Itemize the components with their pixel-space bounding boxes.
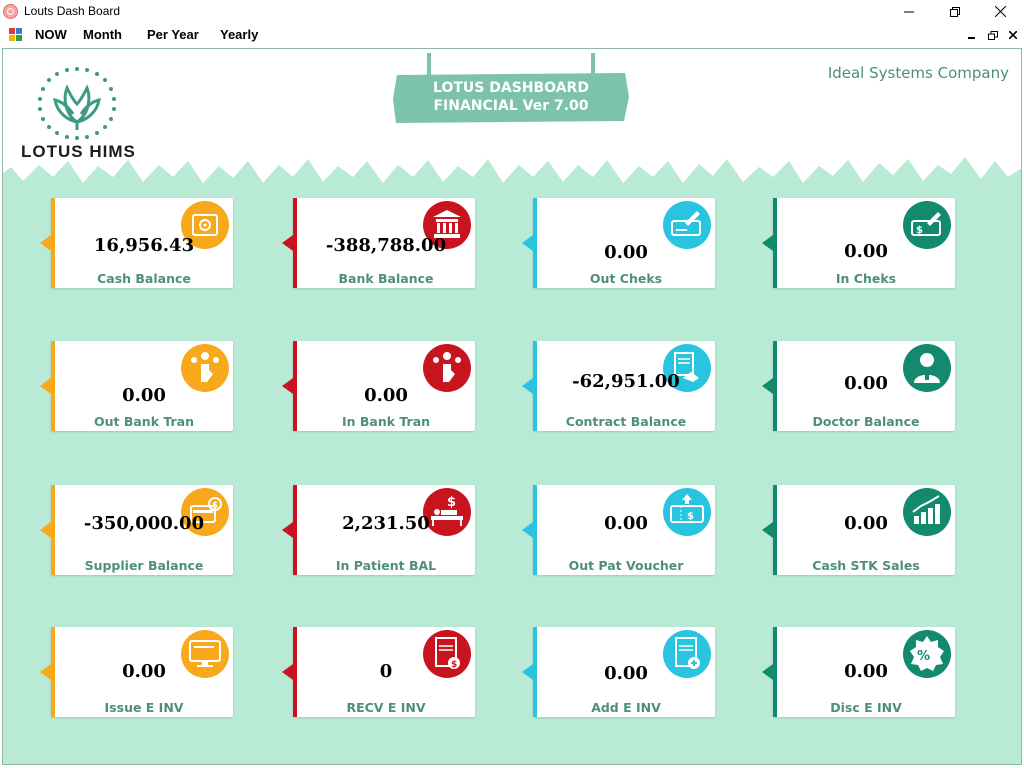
card-value: 0.00 bbox=[844, 373, 888, 394]
card-label: In Patient BAL bbox=[335, 558, 437, 573]
card-out-bank-tran[interactable]: 0.00 Out Bank Tran bbox=[40, 341, 233, 431]
card-label: Cash Balance bbox=[97, 271, 191, 286]
window-title: Louts Dash Board bbox=[24, 4, 121, 18]
card-label: Disc E INV bbox=[830, 700, 902, 715]
close-button[interactable] bbox=[977, 0, 1023, 23]
card-pointer bbox=[40, 235, 51, 251]
mdi-window-icon bbox=[9, 28, 22, 41]
card-supplier-balance[interactable]: $ -350,000.00 Supplier Balance bbox=[40, 485, 233, 575]
mdi-restore-button[interactable] bbox=[983, 23, 1003, 47]
card-out-cheks[interactable]: 0.00 Out Cheks bbox=[522, 198, 715, 288]
card-value: -62,951.00 bbox=[572, 371, 680, 392]
card-label: Out Cheks bbox=[589, 271, 663, 286]
card-value: -350,000.00 bbox=[83, 513, 205, 534]
card-value: 0.00 bbox=[122, 385, 166, 406]
svg-text:$: $ bbox=[447, 495, 456, 510]
minimize-button[interactable] bbox=[886, 0, 932, 23]
close-icon bbox=[1009, 31, 1017, 39]
card-add-e-inv[interactable]: 0.00 Add E INV bbox=[522, 627, 715, 717]
restore-icon bbox=[950, 6, 960, 17]
minimize-icon bbox=[968, 37, 975, 39]
card-pointer bbox=[522, 522, 533, 538]
card-out-pat-voucher[interactable]: $0.00 Out Pat Voucher bbox=[522, 485, 715, 575]
close-icon bbox=[994, 6, 1006, 17]
card-label: In Cheks bbox=[835, 271, 897, 286]
card-value: 0.00 bbox=[364, 385, 408, 406]
card-label: RECV E INV bbox=[346, 700, 426, 715]
card-label: Issue E INV bbox=[104, 700, 184, 715]
card-pointer bbox=[282, 522, 293, 538]
card-bank-balance[interactable]: -388,788.00 Bank Balance bbox=[282, 198, 475, 288]
dashboard-panel: LOTUS HIMS LOTUS DASHBOARD FINANCIAL Ver… bbox=[2, 48, 1022, 765]
mdi-close-button[interactable] bbox=[1003, 23, 1023, 47]
card-value: -388,788.00 bbox=[325, 235, 447, 256]
card-label: Out Pat Voucher bbox=[568, 558, 684, 573]
card-label: Contract Balance bbox=[565, 414, 687, 429]
card-contract-balance[interactable]: -62,951.00 Contract Balance bbox=[522, 341, 715, 431]
minimize-icon bbox=[904, 11, 914, 12]
logo-text: LOTUS HIMS bbox=[21, 142, 136, 161]
svg-text:$: $ bbox=[916, 225, 923, 236]
menu-yearly[interactable]: Yearly bbox=[220, 27, 258, 42]
menu-now[interactable]: NOW bbox=[35, 27, 67, 42]
dashboard-title: LOTUS DASHBOARD FINANCIAL Ver 7.00 bbox=[393, 79, 629, 115]
sign-posts bbox=[427, 53, 595, 75]
card-value: 0 bbox=[379, 661, 393, 682]
card-label: Out Bank Tran bbox=[93, 414, 195, 429]
card-in-bank-tran[interactable]: 0.00 In Bank Tran bbox=[282, 341, 475, 431]
svg-text:$: $ bbox=[212, 501, 218, 511]
card-label: Doctor Balance bbox=[812, 414, 920, 429]
card-label: In Bank Tran bbox=[341, 414, 431, 429]
card-recv-e-inv[interactable]: $0 RECV E INV bbox=[282, 627, 475, 717]
card-pointer bbox=[40, 522, 51, 538]
app-icon bbox=[3, 4, 18, 19]
card-disc-e-inv[interactable]: % 0.00 Disc E INV bbox=[762, 627, 955, 717]
company-name: Ideal Systems Company bbox=[827, 64, 1009, 82]
card-doctor-balance[interactable]: 0.00 Doctor Balance bbox=[762, 341, 955, 431]
card-label: Bank Balance bbox=[338, 271, 434, 286]
card-value: 0.00 bbox=[844, 661, 888, 682]
card-value: 0.00 bbox=[604, 513, 648, 534]
card-issue-e-inv[interactable]: 0.00 Issue E INV bbox=[40, 627, 233, 717]
dashboard-title-line2: FINANCIAL Ver 7.00 bbox=[433, 98, 589, 114]
card-label: Cash STK Sales bbox=[812, 558, 920, 573]
card-cash-balance[interactable]: 16,956.43 Cash Balance bbox=[40, 198, 233, 288]
card-pointer bbox=[762, 378, 773, 394]
window-titlebar: Louts Dash Board bbox=[0, 0, 1024, 23]
restore-icon bbox=[988, 30, 998, 40]
card-label: Supplier Balance bbox=[84, 558, 204, 573]
card-in-patient-bal[interactable]: $2,231.50 In Patient BAL bbox=[282, 485, 475, 575]
card-value: 0.00 bbox=[604, 242, 648, 263]
card-pointer bbox=[522, 664, 533, 680]
card-value: 2,231.50 bbox=[342, 513, 430, 534]
card-pointer bbox=[522, 235, 533, 251]
card-value: 0.00 bbox=[844, 513, 888, 534]
card-value: 0.00 bbox=[604, 663, 648, 684]
card-label: Add E INV bbox=[591, 700, 661, 715]
card-pointer bbox=[282, 235, 293, 251]
menu-per-year[interactable]: Per Year bbox=[147, 27, 199, 42]
card-value: 0.00 bbox=[122, 661, 166, 682]
card-pointer bbox=[282, 664, 293, 680]
card-pointer bbox=[40, 664, 51, 680]
card-pointer bbox=[282, 378, 293, 394]
mdi-minimize-button[interactable] bbox=[962, 23, 982, 47]
card-pointer bbox=[762, 235, 773, 251]
menu-month[interactable]: Month bbox=[83, 27, 122, 42]
card-pointer bbox=[522, 378, 533, 394]
card-in-cheks[interactable]: $0.00 In Cheks bbox=[762, 198, 955, 288]
dashboard-title-line1: LOTUS DASHBOARD bbox=[433, 80, 589, 96]
card-pointer bbox=[762, 522, 773, 538]
menu-bar: NOW Month Per Year Yearly bbox=[0, 23, 1024, 47]
restore-button[interactable] bbox=[932, 0, 978, 23]
card-pointer bbox=[40, 378, 51, 394]
card-cash-stk-sales[interactable]: 0.00 Cash STK Sales bbox=[762, 485, 955, 575]
card-pointer bbox=[762, 664, 773, 680]
card-value: 16,956.43 bbox=[93, 235, 195, 256]
card-value: 0.00 bbox=[844, 241, 888, 262]
